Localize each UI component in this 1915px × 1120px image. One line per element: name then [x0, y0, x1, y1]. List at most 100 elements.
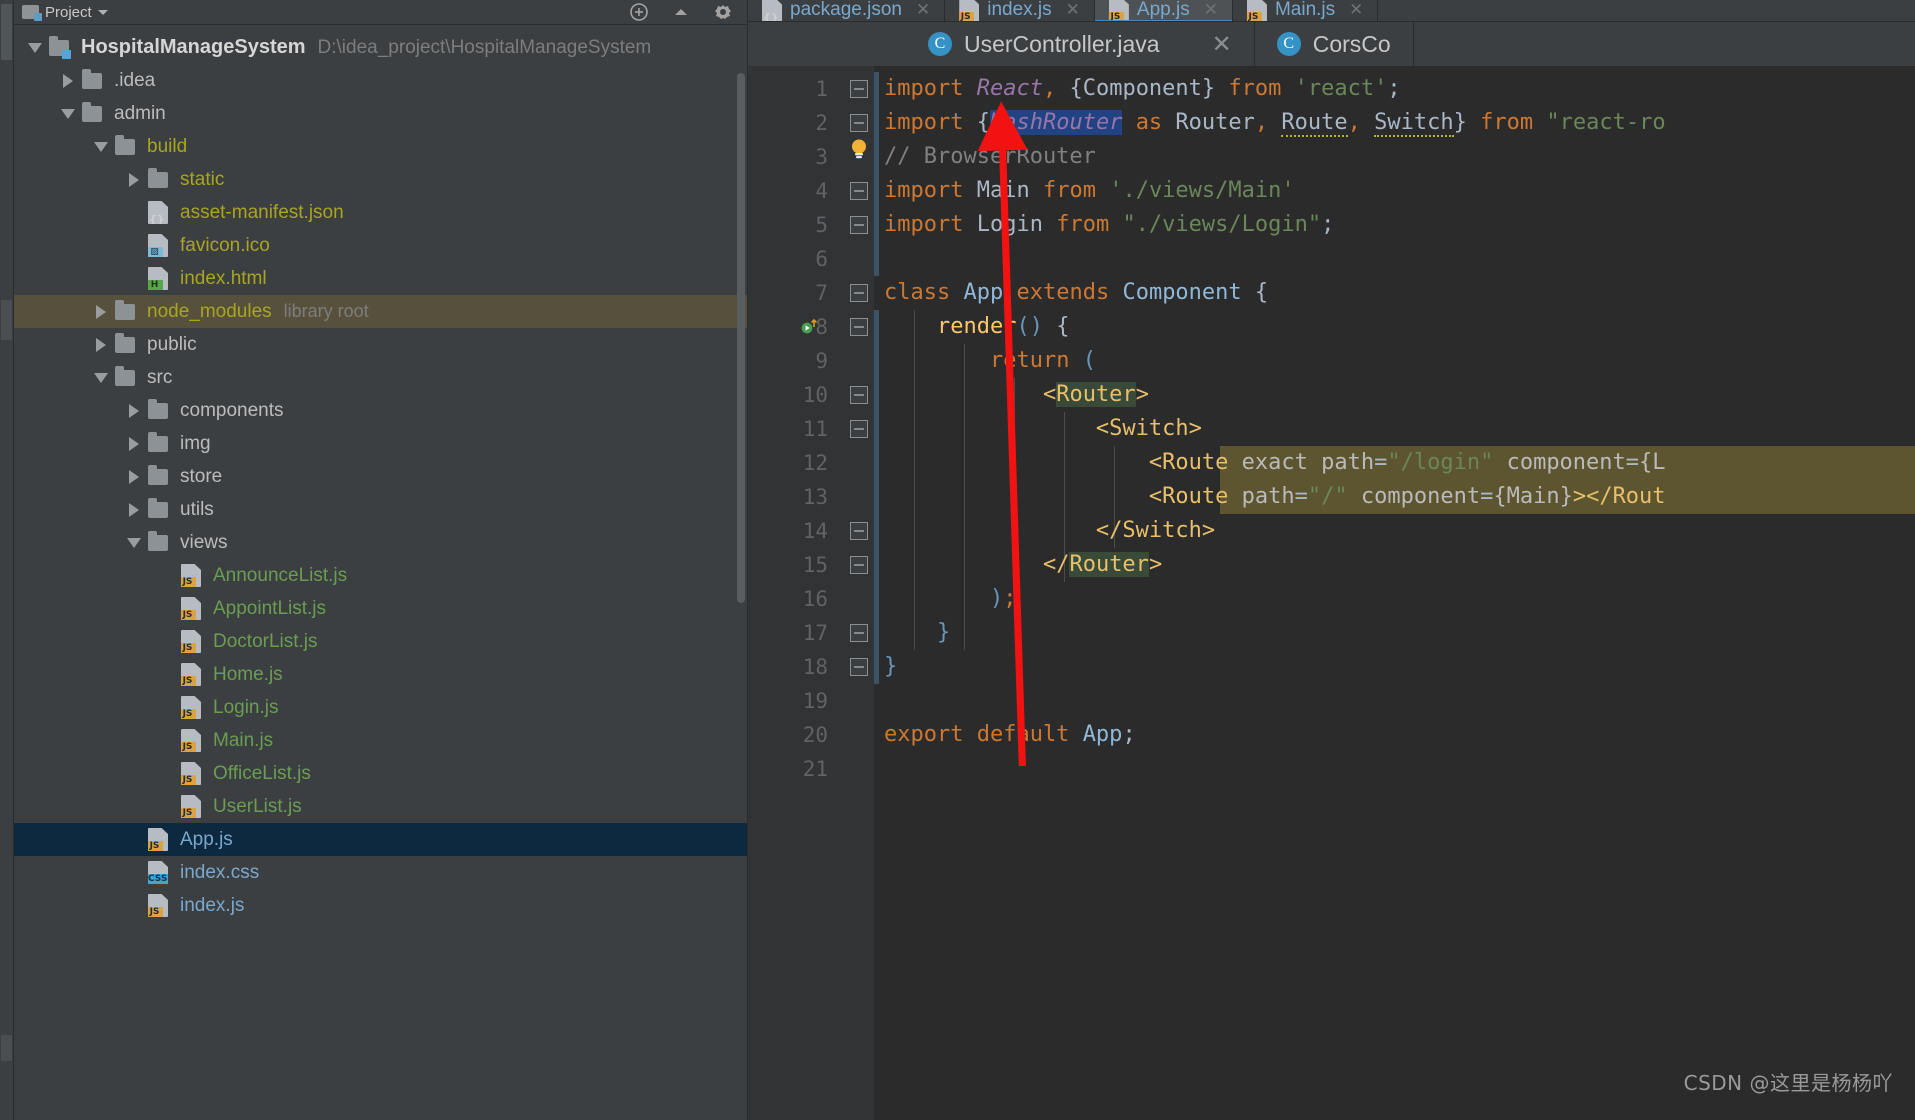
collapse-arrow-icon[interactable] — [123, 526, 145, 559]
code-line[interactable]: // BrowserRouter — [874, 140, 1915, 174]
tree-folder-row[interactable]: views — [14, 526, 747, 559]
expand-arrow-icon[interactable] — [57, 64, 79, 97]
code-line[interactable]: </Router> — [874, 548, 1915, 582]
editor-tab-bar-top[interactable]: {} package.json ✕ JS index.js ✕ JS App.js ✕ JS Mai… — [748, 0, 1915, 22]
tree-folder-row[interactable]: static — [14, 163, 747, 196]
tree-file-row[interactable]: JS index.js — [14, 889, 747, 922]
project-tree[interactable]: HospitalManageSystem D:\idea_project\Hosp… — [14, 25, 747, 922]
expand-arrow-icon[interactable] — [90, 295, 112, 328]
expand-arrow-icon[interactable] — [123, 493, 145, 526]
code-line[interactable]: <Router> — [874, 378, 1915, 412]
tree-file-row[interactable]: JS UserList.js — [14, 790, 747, 823]
fold-start-marker[interactable] — [850, 386, 868, 404]
fold-start-marker[interactable] — [850, 114, 868, 132]
expand-arrow-icon[interactable] — [90, 328, 112, 361]
tree-file-row[interactable]: CSS index.css — [14, 856, 747, 889]
strip-tab-structure[interactable] — [1, 300, 12, 340]
tree-file-row[interactable]: {} asset-manifest.json — [14, 196, 747, 229]
tree-file-row[interactable]: JS App.js — [14, 823, 747, 856]
tree-folder-row[interactable]: src — [14, 361, 747, 394]
expand-arrow-icon[interactable] — [123, 427, 145, 460]
tree-file-row[interactable]: JS AnnounceList.js — [14, 559, 747, 592]
tree-folder-row[interactable]: build — [14, 130, 747, 163]
tool-window-strip[interactable] — [0, 0, 14, 1120]
project-tree-scroll[interactable]: HospitalManageSystem D:\idea_project\Hosp… — [14, 24, 747, 1120]
code-line[interactable]: <Switch> — [874, 412, 1915, 446]
editor-gutter[interactable]: 1 2 3 4 5 6 7 8 9 10 11 12 13 14 15 16 17 18 19 20 21 — [748, 66, 844, 1120]
strip-tab-project[interactable] — [1, 4, 12, 60]
editor-tab[interactable]: JS App.js ✕ — [1094, 0, 1233, 21]
tree-file-row[interactable]: JS AppointList.js — [14, 592, 747, 625]
tree-file-row[interactable]: Hindex.html — [14, 262, 747, 295]
code-line[interactable]: import {HashRouter as Router, Route, Swi… — [874, 106, 1915, 140]
collapse-arrow-icon[interactable] — [90, 361, 112, 394]
code-line[interactable] — [874, 684, 1915, 718]
tree-file-row[interactable]: JS Main.js — [14, 724, 747, 757]
expand-arrow-icon[interactable] — [123, 394, 145, 427]
fold-start-marker[interactable] — [850, 216, 868, 234]
code-line[interactable]: return ( — [874, 344, 1915, 378]
tree-folder-row[interactable]: node_modules library root — [14, 295, 747, 328]
code-line[interactable]: </Switch> — [874, 514, 1915, 548]
fold-gutter[interactable] — [844, 66, 874, 1120]
fold-start-marker[interactable] — [850, 318, 868, 336]
tree-folder-row[interactable]: admin — [14, 97, 747, 130]
tree-folder-row[interactable]: public — [14, 328, 747, 361]
fold-start-marker[interactable] — [850, 284, 868, 302]
project-tree-scrollbar[interactable] — [737, 73, 745, 603]
fold-start-marker[interactable] — [850, 182, 868, 200]
editor-tab[interactable]: {} package.json ✕ — [748, 0, 946, 21]
code-line[interactable]: import React, {Component} from 'react'; — [874, 72, 1915, 106]
fold-start-marker[interactable] — [850, 80, 868, 98]
expand-arrow-icon[interactable] — [123, 460, 145, 493]
editor-tab-bar-second[interactable]: C UserController.java ✕ C CorsCo — [748, 22, 1915, 66]
run-method-icon[interactable] — [800, 317, 820, 337]
settings-gear-icon[interactable] — [713, 2, 733, 22]
code-editor[interactable]: 1 2 3 4 5 6 7 8 9 10 11 12 13 14 15 16 17 18 19 20 21 import… — [748, 66, 1915, 1120]
collapse-all-icon[interactable] — [629, 2, 649, 22]
code-text-area[interactable]: import React, {Component} from 'react'; i… — [874, 66, 1915, 1120]
collapse-arrow-icon[interactable] — [24, 31, 46, 64]
code-line[interactable]: class App extends Component { — [874, 276, 1915, 310]
editor-tab[interactable]: JS Main.js ✕ — [1233, 0, 1379, 21]
tree-file-row[interactable]: JS Login.js — [14, 691, 747, 724]
chevron-down-icon[interactable] — [97, 9, 108, 15]
code-line[interactable] — [874, 242, 1915, 276]
code-line[interactable]: <Route path="/" component={Main}></Rout — [874, 480, 1915, 514]
code-line[interactable]: <Route exact path="/login" component={L — [874, 446, 1915, 480]
collapse-arrow-icon[interactable] — [57, 97, 79, 130]
chevron-up-icon[interactable] — [671, 2, 691, 22]
close-tab-icon[interactable]: ✕ — [1349, 0, 1363, 20]
intention-bulb-icon[interactable] — [848, 138, 870, 160]
tree-file-row[interactable]: JS OfficeList.js — [14, 757, 747, 790]
tree-folder-row[interactable]: store — [14, 460, 747, 493]
code-line[interactable]: } — [874, 616, 1915, 650]
fold-end-marker[interactable] — [850, 658, 868, 676]
fold-end-marker[interactable] — [850, 556, 868, 574]
collapse-arrow-icon[interactable] — [90, 130, 112, 163]
tree-folder-row[interactable]: img — [14, 427, 747, 460]
tree-file-row[interactable]: JS DoctorList.js — [14, 625, 747, 658]
close-tab-icon[interactable]: ✕ — [1212, 30, 1232, 59]
tree-folder-row[interactable]: components — [14, 394, 747, 427]
code-line[interactable]: export default App; — [874, 718, 1915, 752]
tree-folder-row[interactable]: utils — [14, 493, 747, 526]
code-line[interactable]: } — [874, 650, 1915, 684]
fold-end-marker[interactable] — [850, 624, 868, 642]
code-line[interactable]: render() { — [874, 310, 1915, 344]
close-tab-icon[interactable]: ✕ — [916, 0, 930, 20]
editor-tab[interactable]: JS index.js ✕ — [945, 0, 1095, 21]
fold-end-marker[interactable] — [850, 522, 868, 540]
close-tab-icon[interactable]: ✕ — [1204, 0, 1218, 20]
code-line[interactable]: import Main from './views/Main' — [874, 174, 1915, 208]
editor-tab[interactable]: C UserController.java ✕ — [748, 22, 1255, 66]
tree-folder-row[interactable]: .idea — [14, 64, 747, 97]
tree-file-row[interactable]: JS Home.js — [14, 658, 747, 691]
editor-tab[interactable]: C CorsCo — [1255, 22, 1414, 66]
code-line[interactable]: ); — [874, 582, 1915, 616]
strip-tab-favorites[interactable] — [1, 1035, 12, 1061]
tree-file-row[interactable]: ▨ favicon.ico — [14, 229, 747, 262]
code-line[interactable] — [874, 752, 1915, 786]
close-tab-icon[interactable]: ✕ — [1066, 0, 1080, 20]
tree-folder-row[interactable]: HospitalManageSystem D:\idea_project\Hosp… — [14, 31, 747, 64]
